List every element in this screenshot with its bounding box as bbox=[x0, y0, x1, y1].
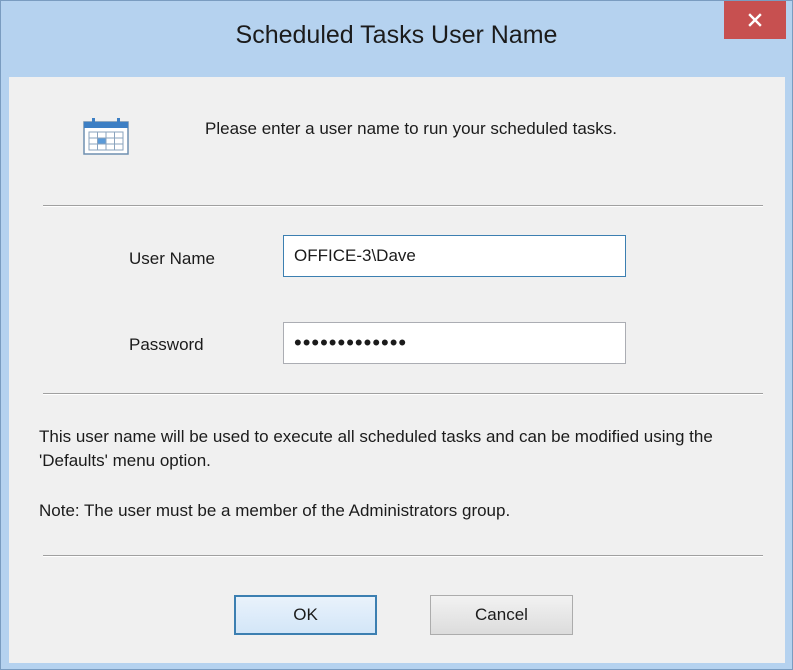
ok-button[interactable]: OK bbox=[234, 595, 377, 635]
separator bbox=[43, 205, 763, 207]
window-title: Scheduled Tasks User Name bbox=[235, 21, 558, 49]
cancel-button[interactable]: Cancel bbox=[430, 595, 573, 635]
title-bar[interactable]: Scheduled Tasks User Name bbox=[1, 1, 792, 77]
password-input[interactable] bbox=[283, 322, 626, 364]
dialog-body: Please enter a user name to run your sch… bbox=[9, 77, 785, 663]
user-name-input[interactable] bbox=[283, 235, 626, 277]
description-text: This user name will be used to execute a… bbox=[39, 427, 713, 470]
separator bbox=[43, 393, 763, 395]
close-icon bbox=[748, 13, 762, 27]
note-text: Note: The user must be a member of the A… bbox=[39, 501, 511, 520]
close-button[interactable] bbox=[724, 1, 786, 39]
user-name-label: User Name bbox=[129, 249, 215, 268]
dialog-window: Scheduled Tasks User Name Please enter a… bbox=[0, 0, 793, 670]
password-label: Password bbox=[129, 335, 204, 354]
instruction-text: Please enter a user name to run your sch… bbox=[205, 119, 618, 138]
separator bbox=[43, 555, 763, 557]
calendar-icon bbox=[83, 118, 129, 155]
